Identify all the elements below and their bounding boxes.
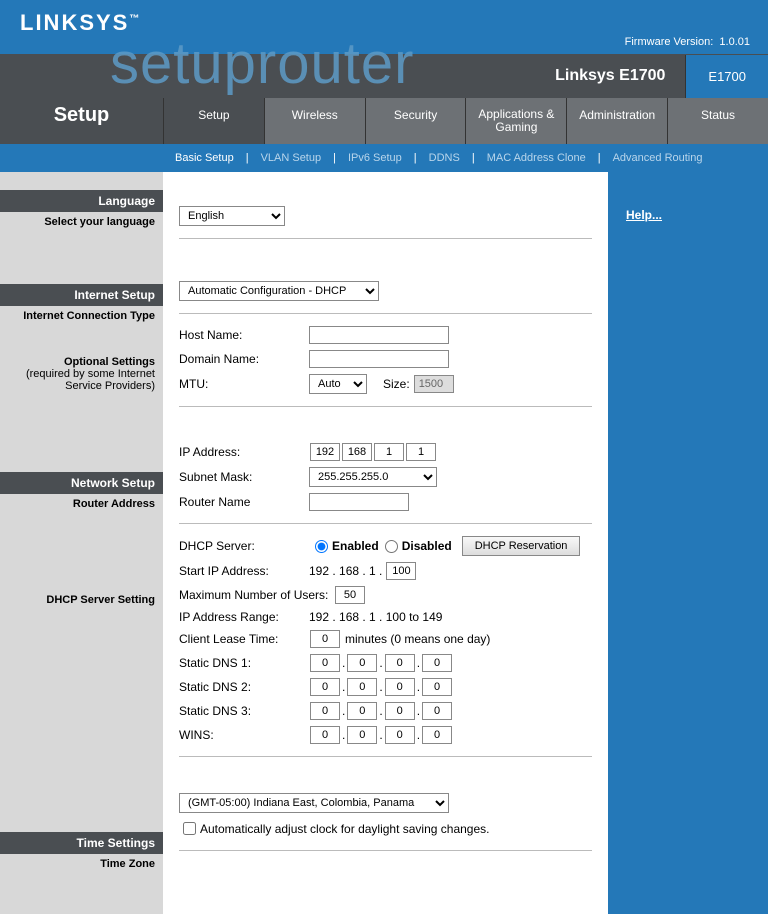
dns3-octet-3[interactable] [385, 702, 415, 720]
label-router-address: Router Address [0, 494, 163, 514]
start-ip-input[interactable] [386, 562, 416, 580]
label-lease-suffix: minutes (0 means one day) [345, 632, 490, 646]
nav-tab-status[interactable]: Status [667, 98, 768, 144]
ip-octet-3[interactable] [374, 443, 404, 461]
label-start-ip: Start IP Address: [179, 564, 309, 578]
mtu-select[interactable]: Auto [309, 374, 367, 394]
domain-name-input[interactable] [309, 350, 449, 368]
label-lease-time: Client Lease Time: [179, 632, 309, 646]
dhcp-enabled-radio[interactable] [315, 540, 328, 553]
subnet-mask-select[interactable]: 255.255.255.0 [309, 467, 437, 487]
subnav-advanced-routing[interactable]: Advanced Routing [601, 152, 715, 164]
label-optional-settings: Optional Settings (required by some Inte… [0, 352, 163, 396]
brand-logo: LINKSYS™ [20, 10, 141, 35]
router-name-input[interactable] [309, 493, 409, 511]
firmware-version: Firmware Version: 1.0.01 [625, 36, 750, 48]
label-dhcp-server-setting: DHCP Server Setting [0, 590, 163, 610]
help-link[interactable]: Help... [626, 208, 662, 222]
header-top: LINKSYS™ Firmware Version: 1.0.01 [0, 0, 768, 54]
sub-nav: Basic Setup | VLAN Setup | IPv6 Setup | … [0, 144, 768, 172]
dns2-octet-1[interactable] [310, 678, 340, 696]
language-select[interactable]: English [179, 206, 285, 226]
label-host-name: Host Name: [179, 328, 309, 342]
label-router-name: Router Name [179, 495, 309, 509]
wins-octet-1[interactable] [310, 726, 340, 744]
subnav-ipv6-setup[interactable]: IPv6 Setup [336, 152, 414, 164]
ip-octet-2[interactable] [342, 443, 372, 461]
subnav-mac-clone[interactable]: MAC Address Clone [475, 152, 598, 164]
ip-octet-1[interactable] [310, 443, 340, 461]
label-subnet-mask: Subnet Mask: [179, 470, 309, 484]
section-heading-language: Language [0, 190, 163, 212]
dns1-octet-3[interactable] [385, 654, 415, 672]
dns1-octet-4[interactable] [422, 654, 452, 672]
subnav-vlan-setup[interactable]: VLAN Setup [249, 152, 334, 164]
dns3-octet-1[interactable] [310, 702, 340, 720]
label-disabled: Disabled [402, 539, 452, 553]
dns2-octet-2[interactable] [347, 678, 377, 696]
lease-time-input[interactable] [310, 630, 340, 648]
dns1-octet-1[interactable] [310, 654, 340, 672]
label-dns1: Static DNS 1: [179, 656, 309, 670]
header-model-bar: Linksys E1700 E1700 [0, 54, 768, 98]
label-size: Size: [383, 377, 410, 391]
page-title: Setup [0, 98, 163, 133]
wins-octet-2[interactable] [347, 726, 377, 744]
max-users-input[interactable] [335, 586, 365, 604]
label-connection-type: Internet Connection Type [0, 306, 163, 326]
label-dns2: Static DNS 2: [179, 680, 309, 694]
label-ip-range: IP Address Range: [179, 610, 309, 624]
nav-tab-administration[interactable]: Administration [566, 98, 667, 144]
dhcp-disabled-radio[interactable] [385, 540, 398, 553]
nav-tab-security[interactable]: Security [365, 98, 466, 144]
subnav-ddns[interactable]: DDNS [417, 152, 472, 164]
ip-range-value: 192 . 168 . 1 . 100 to 149 [309, 610, 442, 624]
dns3-octet-2[interactable] [347, 702, 377, 720]
nav-tab-wireless[interactable]: Wireless [264, 98, 365, 144]
label-ip-address: IP Address: [179, 445, 309, 459]
label-time-zone: Time Zone [0, 854, 163, 874]
start-ip-prefix: 192 . 168 . 1 . [309, 564, 382, 578]
nav-tab-setup[interactable]: Setup [163, 98, 264, 144]
ip-octet-4[interactable] [406, 443, 436, 461]
label-dns3: Static DNS 3: [179, 704, 309, 718]
timezone-select[interactable]: (GMT-05:00) Indiana East, Colombia, Pana… [179, 793, 449, 813]
nav-tab-applications[interactable]: Applications & Gaming [465, 98, 566, 144]
wins-octet-3[interactable] [385, 726, 415, 744]
label-dhcp-server: DHCP Server: [179, 539, 309, 553]
model-number: E1700 [685, 55, 768, 98]
section-heading-network: Network Setup [0, 472, 163, 494]
dhcp-reservation-button[interactable]: DHCP Reservation [462, 536, 581, 556]
internet-connection-type-select[interactable]: Automatic Configuration - DHCP [179, 281, 379, 301]
dns1-octet-2[interactable] [347, 654, 377, 672]
main-nav: Setup Setup Wireless Security Applicatio… [0, 98, 768, 144]
label-dst: Automatically adjust clock for daylight … [200, 822, 489, 836]
label-mtu: MTU: [179, 377, 309, 391]
dns2-octet-3[interactable] [385, 678, 415, 696]
model-name: Linksys E1700 [555, 67, 665, 85]
dns2-octet-4[interactable] [422, 678, 452, 696]
wins-octet-4[interactable] [422, 726, 452, 744]
dst-checkbox[interactable] [183, 822, 196, 835]
subnav-basic-setup[interactable]: Basic Setup [163, 152, 246, 164]
mtu-size-input [414, 375, 454, 393]
host-name-input[interactable] [309, 326, 449, 344]
label-max-users: Maximum Number of Users: [179, 588, 334, 602]
dns3-octet-4[interactable] [422, 702, 452, 720]
label-wins: WINS: [179, 728, 309, 742]
label-select-language: Select your language [0, 212, 163, 232]
section-heading-time: Time Settings [0, 832, 163, 854]
section-heading-internet: Internet Setup [0, 284, 163, 306]
label-enabled: Enabled [332, 539, 379, 553]
label-domain-name: Domain Name: [179, 352, 309, 366]
